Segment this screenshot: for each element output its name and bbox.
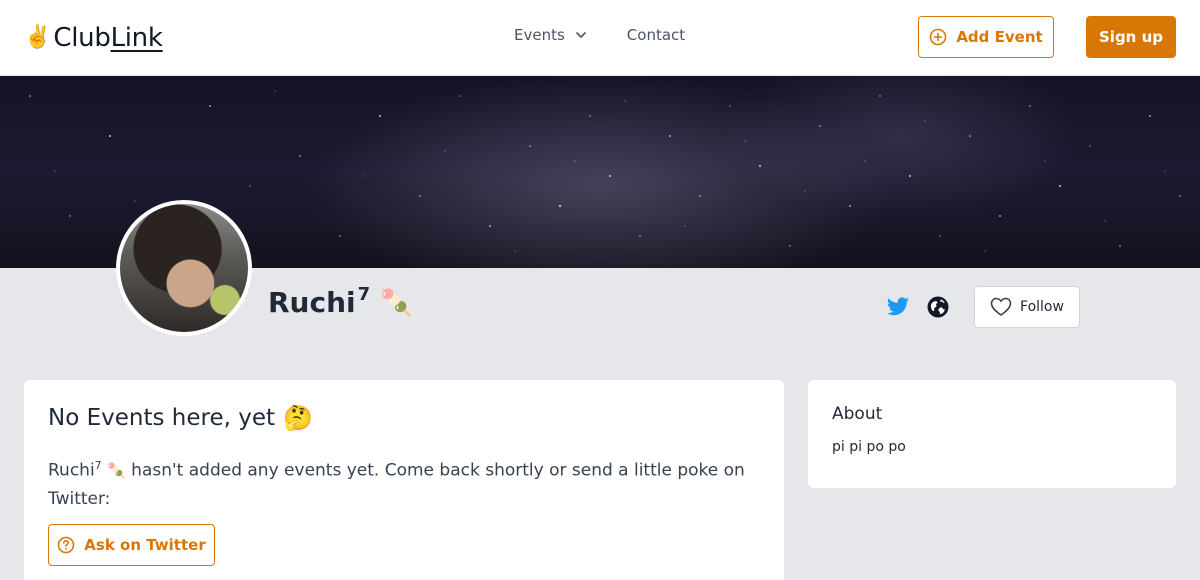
- globe-icon[interactable]: [926, 295, 950, 319]
- events-title-text: No Events here, yet: [48, 405, 276, 431]
- clublink-logo[interactable]: ✌️ Club Link: [24, 22, 163, 54]
- profile-name-text: Ruchi: [268, 286, 356, 319]
- twitter-icon[interactable]: [886, 295, 910, 319]
- about-card: About pi pi po po: [808, 380, 1176, 488]
- nav-events-dropdown[interactable]: Events: [514, 26, 587, 44]
- follow-button[interactable]: Follow: [974, 286, 1080, 328]
- heart-icon: [990, 297, 1012, 316]
- victory-hand-icon: ✌️: [24, 25, 52, 50]
- question-circle-icon: [57, 536, 75, 554]
- message-name: Ruchi: [48, 460, 95, 481]
- site-header: ✌️ Club Link Events Contact Add Event Si…: [0, 0, 1200, 76]
- thinking-face-emoji: 🤔: [283, 404, 313, 432]
- about-title: About: [832, 404, 883, 424]
- follow-label: Follow: [1020, 299, 1064, 315]
- events-card: No Events here, yet 🤔 Ruchi7 🍡 hasn't ad…: [24, 380, 784, 580]
- signup-button[interactable]: Sign up: [1086, 16, 1176, 58]
- nav-events-label: Events: [514, 26, 565, 44]
- chevron-down-icon: [575, 32, 586, 38]
- logo-text-club: Club: [53, 23, 111, 53]
- nav-contact-link[interactable]: Contact: [627, 26, 685, 44]
- events-empty-message: Ruchi7 🍡 hasn't added any events yet. Co…: [48, 452, 748, 513]
- add-event-label: Add Event: [956, 28, 1043, 46]
- profile-name: Ruchi 7 🍡: [268, 284, 413, 319]
- profile-avatar: [116, 200, 252, 336]
- events-card-title: No Events here, yet 🤔: [48, 404, 313, 432]
- plus-circle-icon: [930, 28, 947, 46]
- message-body: hasn't added any events yet. Come back s…: [48, 460, 745, 509]
- logo-text-link: Link: [110, 23, 163, 53]
- ask-on-twitter-label: Ask on Twitter: [84, 536, 206, 554]
- about-text: pi pi po po: [832, 439, 906, 455]
- ask-on-twitter-button[interactable]: Ask on Twitter: [48, 524, 215, 566]
- avatar-photo: [120, 204, 248, 332]
- message-superscript: 7: [94, 459, 102, 472]
- profile-name-superscript: 7: [357, 284, 371, 305]
- add-event-button[interactable]: Add Event: [918, 16, 1054, 58]
- main-nav: Events Contact: [514, 26, 685, 44]
- dango-emoji: 🍡: [380, 288, 413, 318]
- message-dango-emoji: 🍡: [107, 461, 126, 480]
